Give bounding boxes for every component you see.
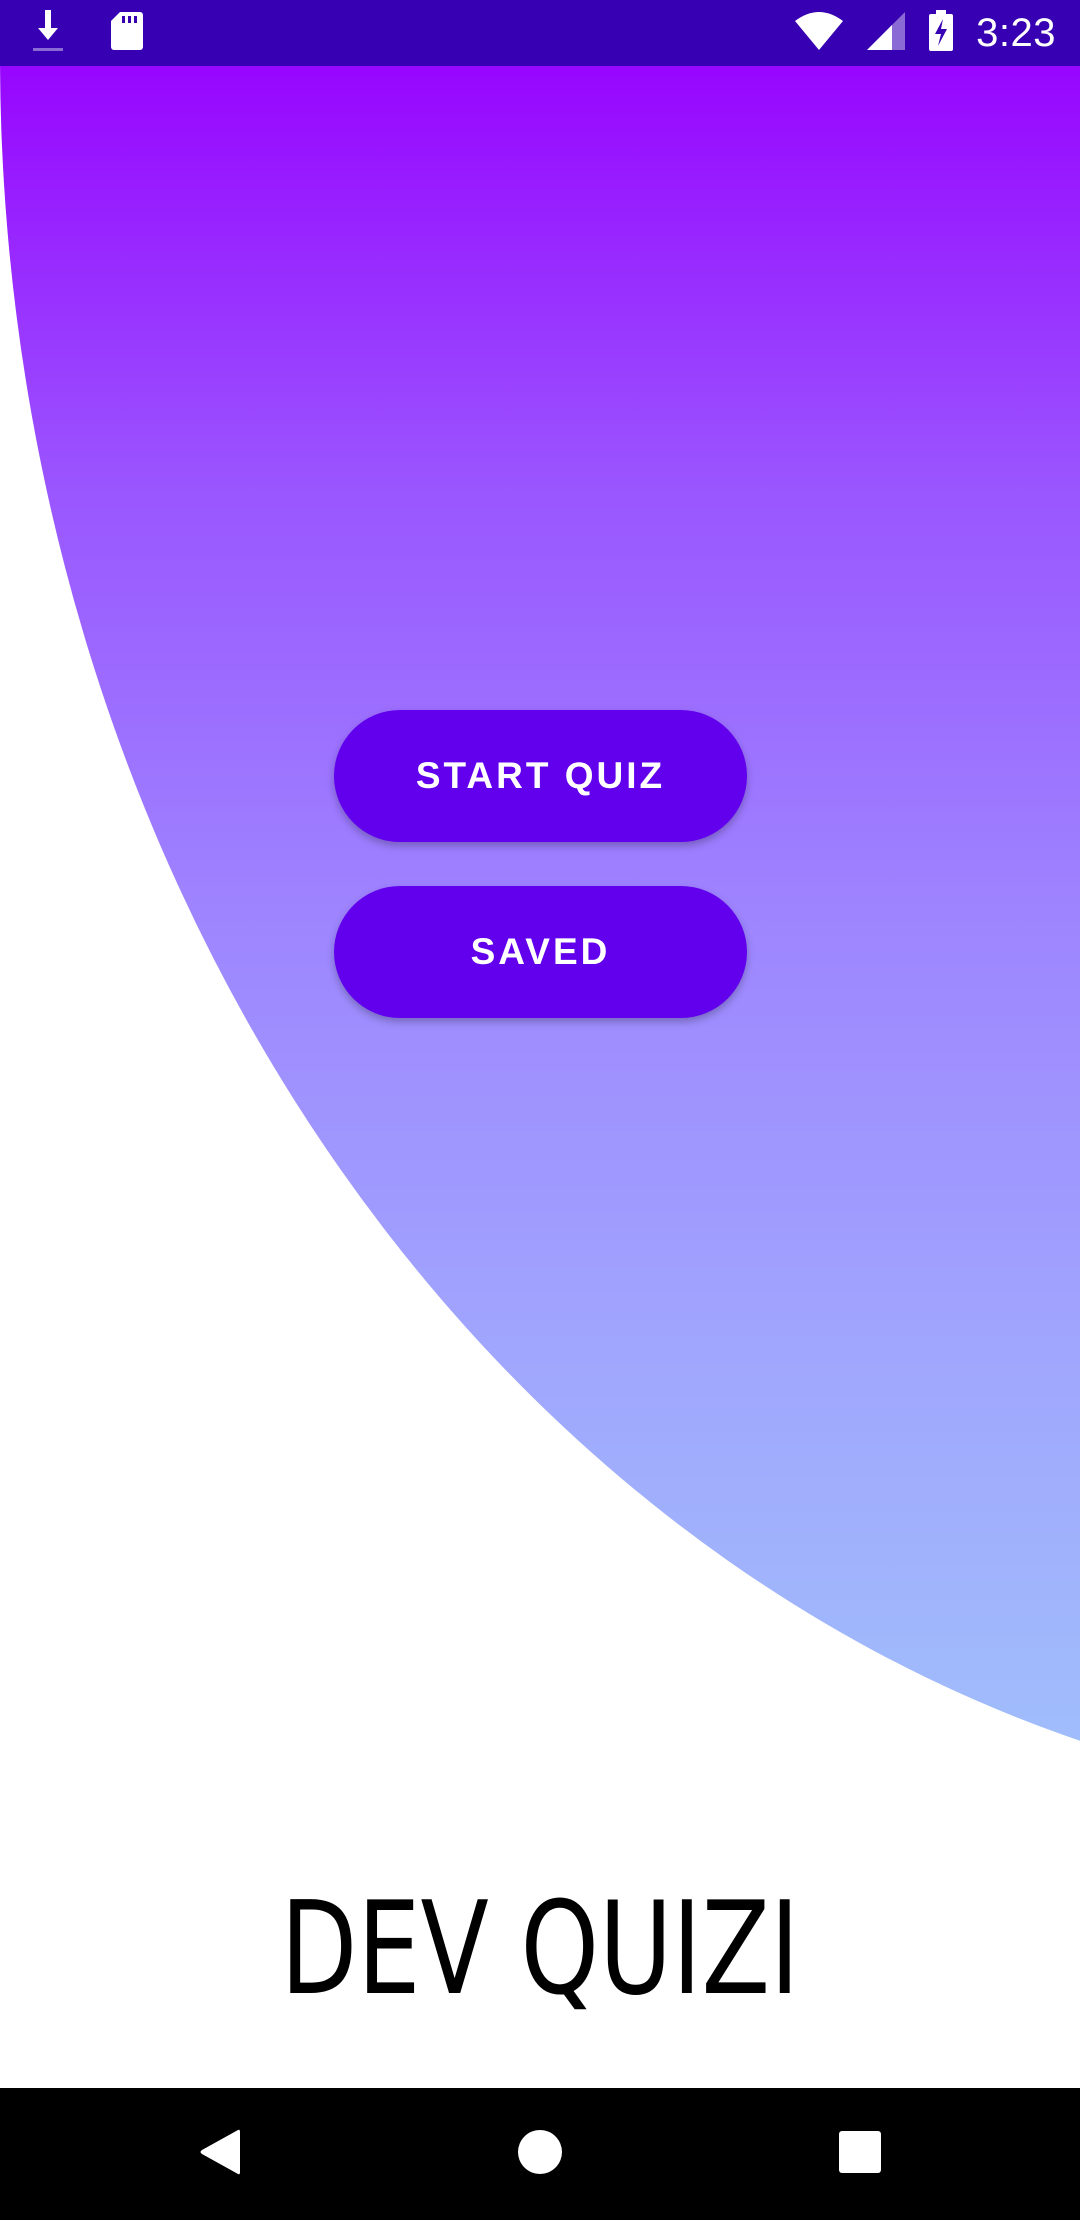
- home-button[interactable]: [470, 2088, 610, 2220]
- status-time: 3:23: [976, 10, 1056, 55]
- start-quiz-button[interactable]: START QUIZ: [334, 710, 747, 842]
- navigation-bar: [0, 2088, 1080, 2220]
- recent-apps-icon: [839, 2130, 881, 2178]
- app-screen: 3:23 START QUIZ SAVED DEV QUIZI: [0, 0, 1080, 2220]
- cell-signal-icon: [866, 11, 906, 56]
- saved-button[interactable]: SAVED: [334, 886, 747, 1018]
- recent-apps-button[interactable]: [790, 2088, 930, 2220]
- sd-card-icon: [110, 11, 144, 56]
- app-title: DEV QUIZI: [280, 1875, 800, 2024]
- back-icon: [198, 2127, 242, 2182]
- battery-charging-icon: [928, 9, 954, 57]
- status-left-icons: [30, 8, 144, 58]
- back-button[interactable]: [150, 2088, 290, 2220]
- home-icon: [517, 2129, 563, 2180]
- status-right-icons: 3:23: [794, 0, 1056, 66]
- download-icon: [30, 8, 66, 59]
- wifi-icon: [794, 11, 844, 56]
- status-bar: 3:23: [0, 0, 1080, 66]
